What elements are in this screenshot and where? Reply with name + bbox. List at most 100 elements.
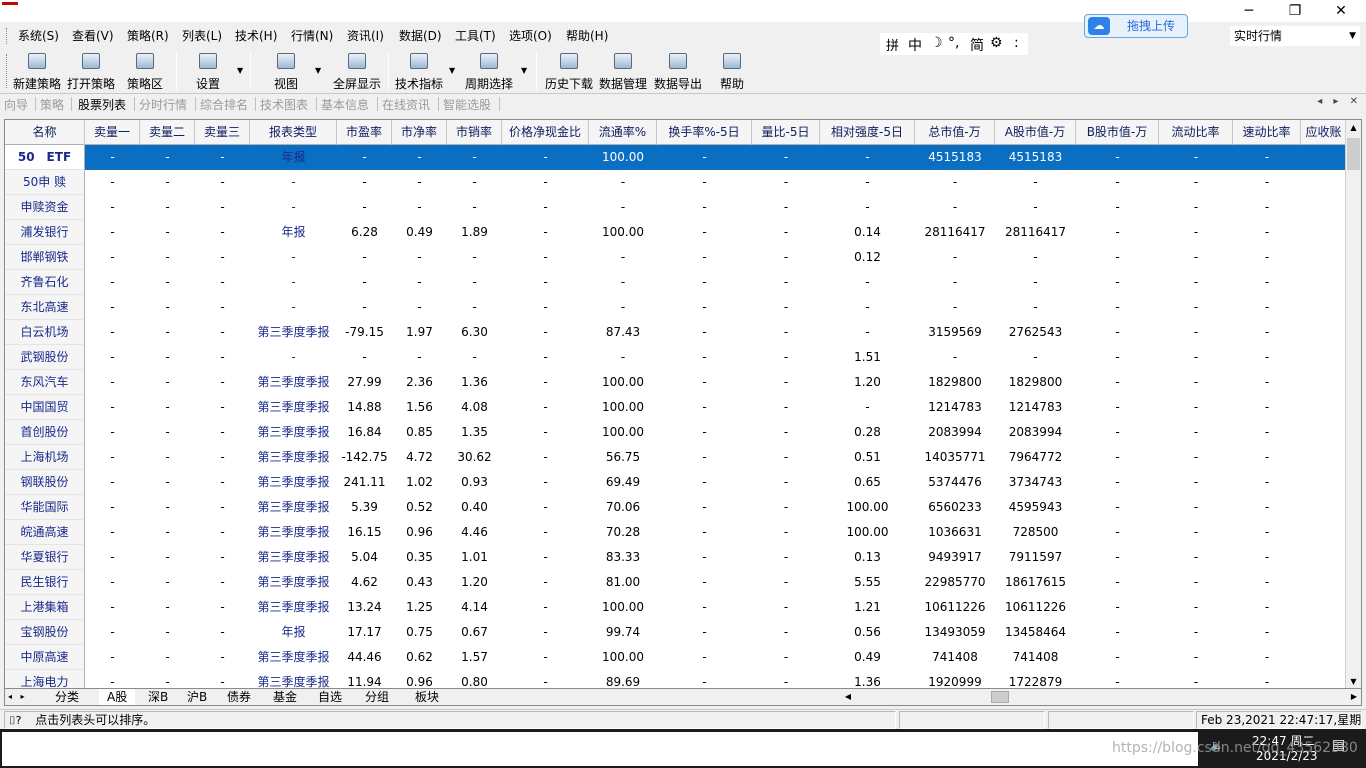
column-header[interactable]: 应收账 (1301, 120, 1347, 145)
table-row[interactable]: 宝钢股份 - - - 年报 17.17 0.75 0.67 - 99.74 - - 0.56 134930… (5, 620, 1347, 645)
sheet-nav-arrows[interactable]: ◂ ▸ (8, 689, 28, 705)
tab-ranking[interactable]: 综合排名 (200, 96, 248, 113)
ime-halfwidth-icon[interactable]: ☽ (930, 35, 943, 51)
column-header[interactable]: 相对强度-5日 (820, 120, 915, 145)
tab-nav-arrows[interactable]: ◂ ▸ ✕ (1317, 96, 1362, 107)
indicator-dropdown-icon[interactable]: ▼ (449, 66, 455, 75)
column-header[interactable]: 市销率 (447, 120, 502, 145)
maximize-button[interactable]: ❐ (1272, 0, 1318, 22)
ime-more-icon[interactable]: : (1014, 35, 1019, 51)
column-header[interactable]: 名称 (5, 120, 85, 145)
realtime-quotes-select[interactable]: 实时行情 ▼ (1230, 26, 1360, 46)
sheet-tab-groups[interactable]: 分组 (357, 689, 397, 705)
sheet-tab-watchlist[interactable]: 自选 (310, 689, 350, 705)
tab-basic-info[interactable]: 基本信息 (321, 96, 369, 113)
column-header[interactable]: 速动比率 (1233, 120, 1301, 145)
taskbar-search-area[interactable] (2, 732, 1198, 766)
sheet-tab-shenzhen-b[interactable]: 深B (140, 689, 176, 705)
table-row[interactable]: 邯郸钢铁 - - - - - - - - - - - 0.12 - - - - - (5, 245, 1347, 270)
menu-help[interactable]: 帮助(H) (566, 28, 608, 44)
period-dropdown-icon[interactable]: ▼ (521, 66, 527, 75)
horizontal-scroll-thumb[interactable] (991, 691, 1009, 703)
tab-stock-list[interactable]: 股票列表 (78, 96, 126, 113)
column-header[interactable]: 卖量一 (85, 120, 140, 145)
table-row[interactable]: 皖通高速 - - - 第三季度季报 16.15 0.96 4.46 - 70.28 - - 100.00… (5, 520, 1347, 545)
table-row[interactable]: 上海机场 - - - 第三季度季报 -142.75 4.72 30.62 - 56.75 - - 0.5… (5, 445, 1347, 470)
table-row[interactable]: 东北高速 - - - - - - - - - - - - - - - - - (5, 295, 1347, 320)
history-download-button[interactable]: 历史下载 (542, 50, 596, 92)
period-select-button[interactable]: 周期选择 (462, 50, 516, 92)
settings-dropdown-icon[interactable]: ▼ (237, 66, 243, 75)
tab-online-news[interactable]: 在线资讯 (382, 96, 430, 113)
table-row[interactable]: 上港集箱 - - - 第三季度季报 13.24 1.25 4.14 - 100.00 - - 1.21 1… (5, 595, 1347, 620)
help-button[interactable]: 帮助 (714, 50, 750, 92)
column-header[interactable]: 总市值-万 (915, 120, 995, 145)
menu-options[interactable]: 选项(O) (509, 28, 552, 44)
table-row[interactable]: 申赎资金 - - - - - - - - - - - - - - - - - (5, 195, 1347, 220)
menu-system[interactable]: 系统(S) (18, 28, 59, 44)
tech-indicator-button[interactable]: 技术指标 (392, 50, 446, 92)
scroll-down-icon[interactable]: ▼ (1346, 674, 1361, 688)
ime-pinyin-icon[interactable]: 拼 (886, 35, 899, 54)
sheet-tab-category[interactable]: 分类 (47, 689, 87, 705)
close-button[interactable]: ✕ (1318, 0, 1364, 22)
column-header[interactable]: 流通率% (589, 120, 657, 145)
ime-simplified-toggle[interactable]: 简 (970, 35, 984, 55)
sheet-tab-sectors[interactable]: 板块 (407, 689, 447, 705)
menu-tech[interactable]: 技术(H) (235, 28, 277, 44)
table-row[interactable]: 民生银行 - - - 第三季度季报 4.62 0.43 1.20 - 81.00 - - 5.55 229… (5, 570, 1347, 595)
column-header[interactable]: 流动比率 (1159, 120, 1233, 145)
table-row[interactable]: 华夏银行 - - - 第三季度季报 5.04 0.35 1.01 - 83.33 - - 0.13 949… (5, 545, 1347, 570)
strategy-area-button[interactable]: 策略区 (120, 50, 170, 92)
menu-strategy[interactable]: 策略(R) (127, 28, 169, 44)
sheet-tab-bonds[interactable]: 债券 (219, 689, 259, 705)
tab-strategy[interactable]: 策略 (40, 96, 64, 113)
ime-punctuation-icon[interactable]: °, (948, 35, 959, 51)
column-header[interactable]: 卖量二 (140, 120, 195, 145)
column-header[interactable]: 价格净现金比 (502, 120, 589, 145)
fullscreen-button[interactable]: 全屏显示 (330, 50, 384, 92)
table-row[interactable]: 首创股份 - - - 第三季度季报 16.84 0.85 1.35 - 100.00 - - 0.28 2… (5, 420, 1347, 445)
column-header[interactable]: A股市值-万 (995, 120, 1076, 145)
table-row[interactable]: 东风汽车 - - - 第三季度季报 27.99 2.36 1.36 - 100.00 - - 1.20 1… (5, 370, 1347, 395)
view-button[interactable]: 视图 (264, 50, 308, 92)
ime-chinese-toggle[interactable]: 中 (908, 35, 922, 55)
view-dropdown-icon[interactable]: ▼ (315, 66, 321, 75)
open-strategy-button[interactable]: 打开策略 (64, 50, 118, 92)
sheet-tab-shanghai-b[interactable]: 沪B (179, 689, 215, 705)
ime-settings-icon[interactable]: ⚙ (990, 35, 1003, 51)
new-strategy-button[interactable]: 新建策略 (10, 50, 64, 92)
table-row[interactable]: 白云机场 - - - 第三季度季报 -79.15 1.97 6.30 - 87.43 - - - 3159… (5, 320, 1347, 345)
table-row[interactable]: 华能国际 - - - 第三季度季报 5.39 0.52 0.40 - 70.06 - - 100.00 6… (5, 495, 1347, 520)
menu-list[interactable]: 列表(L) (182, 28, 222, 44)
data-manage-button[interactable]: 数据管理 (596, 50, 650, 92)
scroll-right-icon[interactable]: ▶ (1347, 690, 1361, 704)
table-row[interactable]: 50申 赎 - - - - - - - - - - - - - - - - - (5, 170, 1347, 195)
tab-guide[interactable]: 向导 (4, 96, 28, 113)
table-row[interactable]: 齐鲁石化 - - - - - - - - - - - - - - - - - (5, 270, 1347, 295)
scroll-thumb[interactable] (1347, 138, 1360, 170)
data-export-button[interactable]: 数据导出 (651, 50, 705, 92)
upload-button[interactable]: ☁ 拖拽上传 (1084, 14, 1188, 38)
scroll-left-icon[interactable]: ◀ (841, 690, 855, 704)
tab-intraday[interactable]: 分时行情 (139, 96, 187, 113)
column-header[interactable]: 市盈率 (337, 120, 392, 145)
settings-button[interactable]: 设置 (186, 50, 230, 92)
menu-info[interactable]: 资讯(I) (347, 28, 384, 44)
menu-view[interactable]: 查看(V) (72, 28, 114, 44)
vertical-scrollbar[interactable]: ▲ ▼ (1345, 120, 1361, 688)
tab-tech-chart[interactable]: 技术图表 (260, 96, 308, 113)
column-header[interactable]: 报表类型 (250, 120, 337, 145)
scroll-up-icon[interactable]: ▲ (1346, 120, 1361, 136)
menu-tools[interactable]: 工具(T) (455, 28, 496, 44)
table-row[interactable]: 50 ETF - - - 年报 - - - -100.00- - -4515183 4515183- -… (5, 145, 1347, 170)
table-row[interactable]: 中原高速 - - - 第三季度季报 44.46 0.62 1.57 - 100.00 - - 0.49 7… (5, 645, 1347, 670)
column-header[interactable]: 量比-5日 (752, 120, 820, 145)
column-header[interactable]: B股市值-万 (1076, 120, 1159, 145)
table-row[interactable]: 上海电力 - - - 第三季度季报 11.94 0.96 0.80 - 89.69 - - 1.36 19… (5, 670, 1347, 688)
sheet-tab-funds[interactable]: 基金 (265, 689, 305, 705)
minimize-button[interactable]: ─ (1226, 0, 1272, 22)
table-row[interactable]: 钢联股份 - - - 第三季度季报 241.11 1.02 0.93 - 69.49 - - 0.65 5… (5, 470, 1347, 495)
horizontal-scrollbar[interactable]: ◀ ▶ (841, 690, 1361, 704)
column-header[interactable]: 卖量三 (195, 120, 250, 145)
